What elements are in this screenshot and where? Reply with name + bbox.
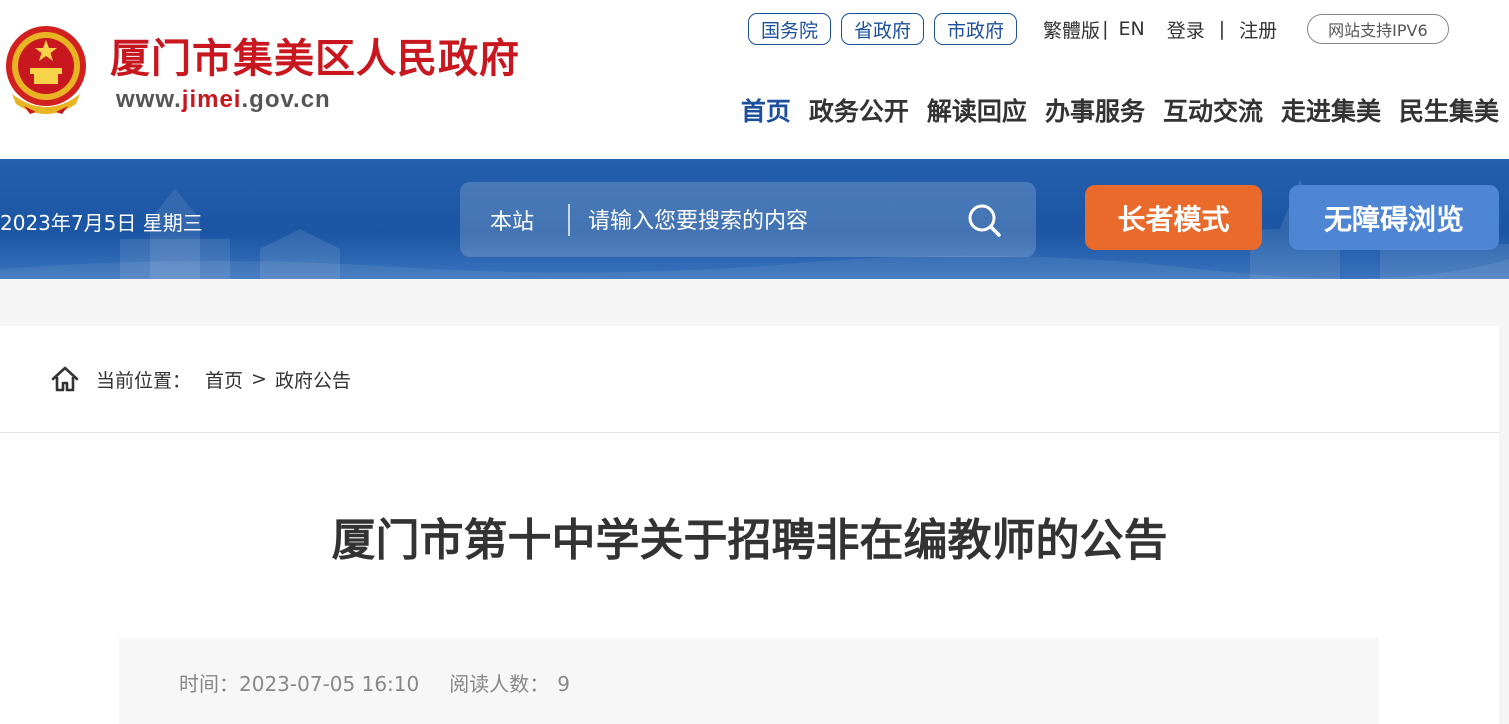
login-link[interactable]: 登录: [1167, 16, 1205, 43]
home-icon: [51, 366, 79, 392]
site-url-prefix: www.: [116, 86, 182, 113]
breadcrumb-separator: >: [251, 368, 267, 390]
site-url-highlight: jimei: [181, 86, 242, 113]
ipv6-badge[interactable]: 网站支持IPV6: [1307, 14, 1449, 44]
search-scope[interactable]: 本站: [490, 204, 534, 236]
separator: |: [1218, 18, 1226, 40]
time-label: 时间：: [179, 672, 239, 696]
breadcrumb: 当前位置： 首页 > 政府公告: [50, 364, 351, 394]
nav-services[interactable]: 办事服务: [1045, 92, 1145, 128]
national-emblem-icon[interactable]: [2, 24, 90, 116]
article-meta-box: 时间：2023-07-05 16:10 阅读人数： 9: [119, 638, 1379, 724]
nav-interaction[interactable]: 互动交流: [1163, 92, 1263, 128]
accessible-browse-button[interactable]: 无障碍浏览: [1289, 185, 1499, 250]
nav-about-jimei[interactable]: 走进集美: [1281, 92, 1381, 128]
site-url-suffix: .gov.cn: [241, 86, 331, 113]
english-link[interactable]: EN: [1118, 18, 1144, 40]
city-gov-link[interactable]: 市政府: [934, 13, 1018, 45]
article-meta: 时间：2023-07-05 16:10 阅读人数： 9: [179, 668, 570, 697]
search-input[interactable]: [586, 199, 950, 243]
site-url[interactable]: www.jimei.gov.cn: [116, 86, 331, 114]
site-header: 厦门市集美区人民政府 www.jimei.gov.cn 国务院 省政府 市政府 …: [0, 0, 1509, 159]
article-title: 厦门市第十中学关于招聘非在编教师的公告: [331, 515, 1168, 566]
search-divider: [568, 204, 570, 236]
top-links: 国务院 省政府 市政府 繁體版 | EN 登录 | 注册 网站支持IPV6: [748, 12, 1449, 46]
site-name[interactable]: 厦门市集美区人民政府: [110, 26, 520, 84]
search-icon[interactable]: [962, 198, 1006, 242]
breadcrumb-label: 当前位置：: [96, 369, 192, 392]
nav-interpretation[interactable]: 解读回应: [927, 92, 1027, 128]
search-banner: 2023年7月5日 星期三 本站 长者模式 无障碍浏览: [0, 159, 1509, 279]
read-count: 9: [557, 672, 570, 696]
divider: [0, 432, 1499, 433]
search-box: 本站: [460, 182, 1036, 257]
publish-time: 2023-07-05 16:10: [239, 672, 420, 696]
provincial-gov-link[interactable]: 省政府: [841, 13, 925, 45]
traditional-chinese-link[interactable]: 繁體版: [1043, 16, 1100, 43]
current-date: 2023年7月5日 星期三: [0, 211, 203, 235]
article-container: 当前位置： 首页 > 政府公告 厦门市第十中学关于招聘非在编教师的公告 时间：2…: [0, 326, 1499, 724]
elder-mode-button[interactable]: 长者模式: [1085, 185, 1262, 250]
separator: |: [1102, 18, 1109, 40]
breadcrumb-home-link[interactable]: 首页: [205, 366, 243, 393]
state-council-link[interactable]: 国务院: [748, 13, 832, 45]
nav-home[interactable]: 首页: [741, 92, 791, 128]
breadcrumb-current-link[interactable]: 政府公告: [275, 366, 351, 393]
register-link[interactable]: 注册: [1239, 16, 1277, 43]
main-nav: 首页 政务公开 解读回应 办事服务 互动交流 走进集美 民生集美: [723, 92, 1499, 128]
nav-gov-affairs[interactable]: 政务公开: [809, 92, 909, 128]
reads-label: 阅读人数：: [449, 672, 550, 696]
nav-livelihood[interactable]: 民生集美: [1399, 92, 1499, 128]
